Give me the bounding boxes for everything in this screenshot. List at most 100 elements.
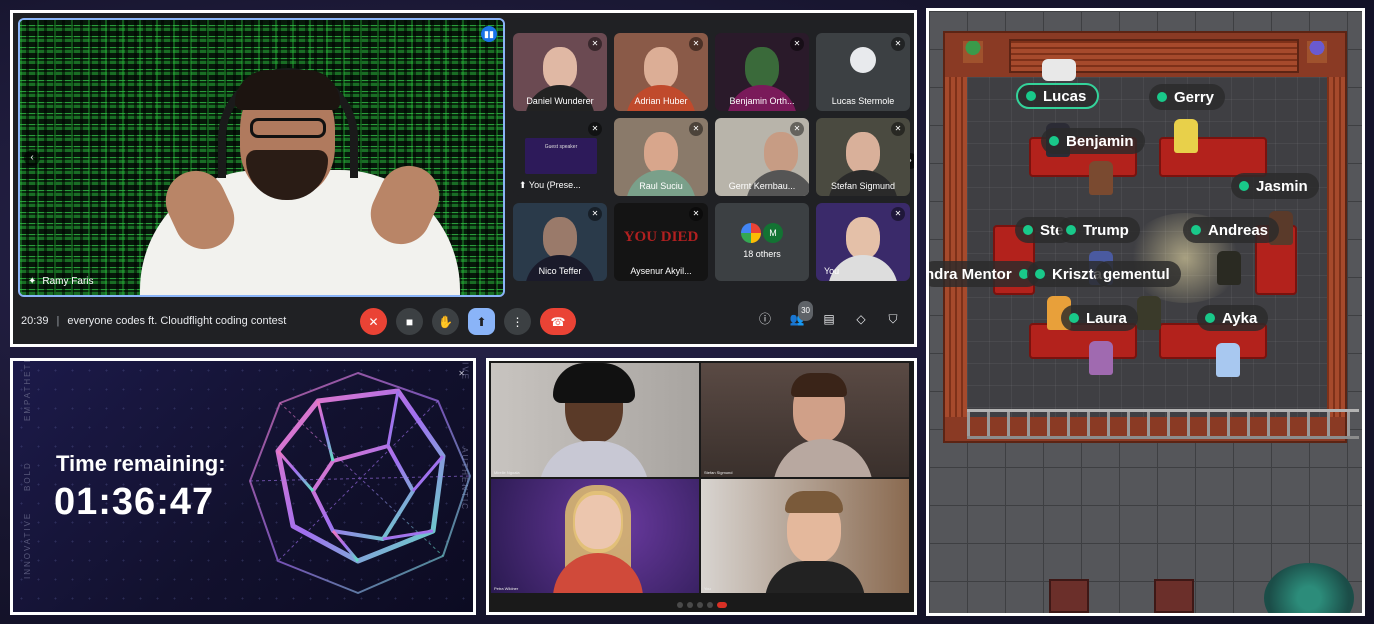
plant-icon — [963, 41, 983, 63]
participant-tile[interactable]: ✕ Gernt Kernbau... — [715, 118, 809, 196]
mic-off-icon: ✕ — [891, 207, 905, 221]
crate — [1154, 579, 1194, 613]
meet-window: ▮▮ ‹ ✦ Ramy Faris › ✕ Daniel Wunderer ✕ … — [10, 10, 917, 347]
leave-call-button[interactable]: ☎ — [540, 308, 576, 335]
google-avatar-icon — [741, 223, 761, 243]
leave-button[interactable] — [716, 602, 727, 608]
crate — [1049, 579, 1089, 613]
mic-off-icon: ✕ — [790, 122, 804, 136]
avatar-sprite[interactable] — [1217, 251, 1241, 285]
mic-off-icon: ✕ — [891, 122, 905, 136]
avatar-sprite[interactable] — [1089, 341, 1113, 375]
mic-off-icon: ✕ — [588, 37, 602, 51]
side-word: INNOVATIVE — [23, 511, 32, 579]
meeting-clock: 20:39 — [21, 315, 49, 327]
video-icon[interactable] — [686, 602, 693, 608]
player-nametag[interactable]: Laura — [1061, 305, 1138, 331]
player-nametag[interactable]: Andreas — [1183, 217, 1280, 243]
camera-icon: ■ — [405, 314, 414, 329]
more-vert-icon: ⋮ — [511, 314, 524, 329]
video-tile[interactable]: You — [701, 479, 909, 593]
activities-icon[interactable]: ◇ — [852, 310, 870, 328]
avatar-sprite[interactable] — [1089, 161, 1113, 195]
side-word: BOLD — [23, 461, 32, 491]
dodecahedron-graphic — [249, 372, 471, 594]
mic-off-icon: ✕ — [790, 37, 804, 51]
player-nametag[interactable]: Ayka — [1197, 305, 1269, 331]
zoom-toolbar — [489, 598, 914, 612]
player-nametag[interactable]: Lucas — [1016, 83, 1100, 109]
video-tile[interactable]: Petra Wildner — [491, 479, 699, 593]
info-icon[interactable]: ⓘ — [756, 310, 774, 328]
player-nametag[interactable]: Gerry — [1149, 84, 1226, 110]
chat-icon[interactable] — [706, 602, 713, 608]
mic-off-icon: ✕ — [588, 207, 602, 221]
meeting-details: 20:39 | everyone codes ft. Cloudflight c… — [21, 315, 287, 327]
chevron-left-icon[interactable]: ‹ — [24, 150, 40, 166]
zoom-window: Mirelle Ngoala Stefan Sigmund Petra Wild… — [486, 358, 917, 615]
participant-tile[interactable]: ✕ Stefan Sigmund — [816, 118, 910, 196]
mic-off-icon: ✕ — [689, 37, 703, 51]
chat-bubble-icon — [1042, 59, 1076, 81]
participant-tile[interactable]: ✕ Nico Teffer — [513, 203, 607, 281]
time-remaining-label: Time remaining: — [56, 451, 226, 476]
mic-off-icon: ✕ — [689, 122, 703, 136]
meet-control-bar: 20:39 | everyone codes ft. Cloudflight c… — [13, 298, 914, 344]
hand-icon: ✋ — [438, 314, 453, 329]
present-button[interactable]: ⬆ — [468, 308, 495, 335]
timer-window: EMPATHETIC BOLD INNOVATIVE INNOVATIVE AU… — [10, 358, 476, 615]
avatar-sprite[interactable] — [1174, 119, 1198, 153]
presented-screen: Guest speaker — [525, 138, 597, 174]
mic-icon[interactable] — [676, 602, 683, 608]
player-nametag[interactable]: ndra Mentor — [929, 261, 1040, 287]
gather-map[interactable]: Lucas Gerry Benjamin Jasmin Ste Trump An… — [929, 11, 1362, 613]
participant-count-badge: 30 — [798, 301, 813, 321]
participant-grid: ✕ Daniel Wunderer ✕ Adrian Huber ✕ Benja… — [513, 33, 911, 285]
player-nametag[interactable]: gementul — [1095, 261, 1181, 287]
hang-up-icon: ☎ — [550, 314, 566, 329]
avatar — [850, 47, 876, 73]
participant-tile[interactable]: ✕ Benjamin Orth... — [715, 33, 809, 111]
avatar-sprite[interactable] — [1216, 343, 1240, 377]
gather-window: Lucas Gerry Benjamin Jasmin Ste Trump An… — [926, 8, 1365, 616]
mic-off-icon: ✕ — [891, 37, 905, 51]
mic-toggle-button[interactable]: ✕ — [360, 308, 387, 335]
participant-tile[interactable]: YOU DIED ✕ Aysenur Akyil... — [614, 203, 708, 281]
self-tile[interactable]: ✕ You — [816, 203, 910, 281]
share-icon[interactable] — [696, 602, 703, 608]
player-nametag[interactable]: Jasmin — [1231, 173, 1319, 199]
people-icon[interactable]: 👥 30 — [788, 301, 813, 328]
side-controls: ⓘ 👥 30 ▤ ◇ ⛉ — [756, 301, 902, 328]
more-options-button[interactable]: ⋮ — [504, 308, 531, 335]
pin-icon: ✦ — [28, 276, 37, 287]
speaker-name-label: ✦ Ramy Faris — [28, 276, 94, 287]
speaker-off-icon: ✕ — [588, 122, 602, 136]
meeting-title: everyone codes ft. Cloudflight coding co… — [67, 315, 287, 327]
present-icon: ⬆ — [519, 180, 527, 190]
railing — [967, 409, 1359, 439]
call-controls: ✕ ■ ✋ ⬆ ⋮ ☎ — [360, 308, 576, 335]
avatar-sprite[interactable] — [1137, 296, 1161, 330]
player-nametag[interactable]: Benjamin — [1041, 128, 1145, 154]
chat-icon[interactable]: ▤ — [820, 310, 838, 328]
participant-tile[interactable]: ✕ Lucas Stermole — [816, 33, 910, 111]
player-nametag[interactable]: Trump — [1058, 217, 1140, 243]
host-controls-icon[interactable]: ⛉ — [884, 310, 902, 328]
participant-tile[interactable]: ✕ Raul Suciu — [614, 118, 708, 196]
mic-off-icon: ✕ — [368, 314, 379, 329]
camera-toggle-button[interactable]: ■ — [396, 308, 423, 335]
video-tile[interactable]: Stefan Sigmund — [701, 363, 909, 477]
video-tile[interactable]: Mirelle Ngoala — [491, 363, 699, 477]
countdown-value: 01:36:47 — [54, 481, 215, 523]
raise-hand-button[interactable]: ✋ — [432, 308, 459, 335]
participant-tile[interactable]: ✕ Daniel Wunderer — [513, 33, 607, 111]
active-speaker-video[interactable]: ▮▮ ‹ ✦ Ramy Faris — [18, 18, 505, 297]
participant-tile[interactable]: ✕ Adrian Huber — [614, 33, 708, 111]
present-screen-icon: ⬆ — [476, 314, 487, 329]
meet-content: ▮▮ ‹ ✦ Ramy Faris › ✕ Daniel Wunderer ✕ … — [13, 13, 914, 344]
others-tile[interactable]: M 18 others — [715, 203, 809, 281]
timer-slide: EMPATHETIC BOLD INNOVATIVE INNOVATIVE AU… — [13, 361, 473, 612]
plant-icon — [1307, 41, 1327, 63]
zoom-gallery: Mirelle Ngoala Stefan Sigmund Petra Wild… — [489, 361, 914, 612]
participant-tile-presenting[interactable]: Guest speaker ✕ ⬆ You (Prese... — [513, 118, 607, 196]
